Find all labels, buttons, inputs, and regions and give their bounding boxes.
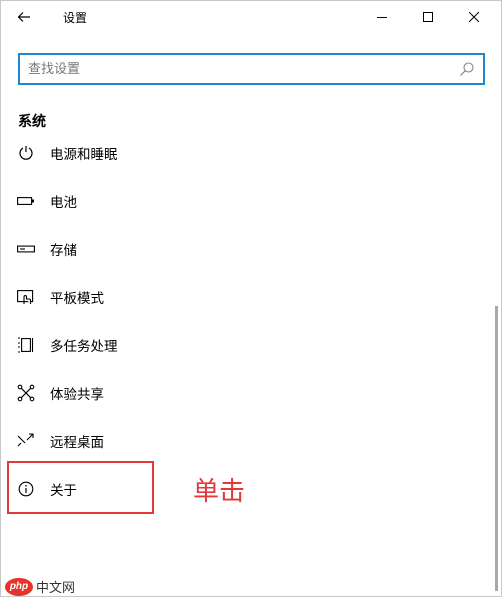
minimize-icon	[377, 17, 387, 18]
battery-icon	[17, 192, 35, 210]
annotation-click-label: 单击	[193, 477, 246, 507]
nav-item-battery[interactable]: 电池	[1, 179, 491, 223]
title-bar: 设置	[1, 1, 501, 33]
multitasking-icon	[17, 336, 35, 354]
nav-item-label: 多任务处理	[50, 339, 118, 355]
search-input[interactable]	[28, 58, 448, 80]
shared-experiences-icon	[17, 384, 35, 402]
search-box	[18, 53, 485, 85]
watermark-text: 中文网	[36, 580, 76, 595]
watermark: php 中文网	[5, 577, 75, 596]
nav-item-storage[interactable]: 存储	[1, 227, 491, 271]
nav-item-multitasking[interactable]: 多任务处理	[1, 323, 491, 367]
tablet-mode-icon	[17, 288, 35, 306]
nav-item-label: 体验共享	[50, 387, 104, 403]
maximize-icon	[423, 12, 433, 22]
power-icon	[17, 144, 35, 162]
nav-item-label: 平板模式	[50, 291, 104, 307]
section-title: 系统	[18, 114, 46, 130]
php-logo-icon: php	[5, 577, 33, 596]
nav-item-shared-experiences[interactable]: 体验共享	[1, 371, 491, 415]
storage-icon	[17, 240, 35, 258]
annotation-highlight-box	[7, 461, 154, 514]
window-title: 设置	[63, 11, 88, 25]
maximize-button[interactable]	[405, 1, 451, 33]
minimize-button[interactable]	[359, 1, 405, 33]
settings-window: 设置 系统	[0, 0, 502, 597]
nav-item-label: 存储	[50, 243, 77, 259]
nav-item-label: 电池	[50, 195, 77, 211]
arrow-left-icon	[17, 12, 30, 22]
search-icon[interactable]	[459, 61, 475, 77]
nav-item-label: 远程桌面	[50, 435, 104, 451]
nav-item-power-sleep[interactable]: 电源和睡眠	[1, 139, 491, 175]
close-icon	[469, 12, 479, 22]
scrollbar[interactable]	[495, 306, 498, 591]
remote-desktop-icon	[17, 432, 35, 450]
close-button[interactable]	[451, 1, 497, 33]
nav-item-tablet-mode[interactable]: 平板模式	[1, 275, 491, 319]
back-button[interactable]	[9, 3, 39, 31]
nav-item-remote-desktop[interactable]: 远程桌面	[1, 419, 491, 463]
nav-item-label: 电源和睡眠	[50, 147, 118, 163]
